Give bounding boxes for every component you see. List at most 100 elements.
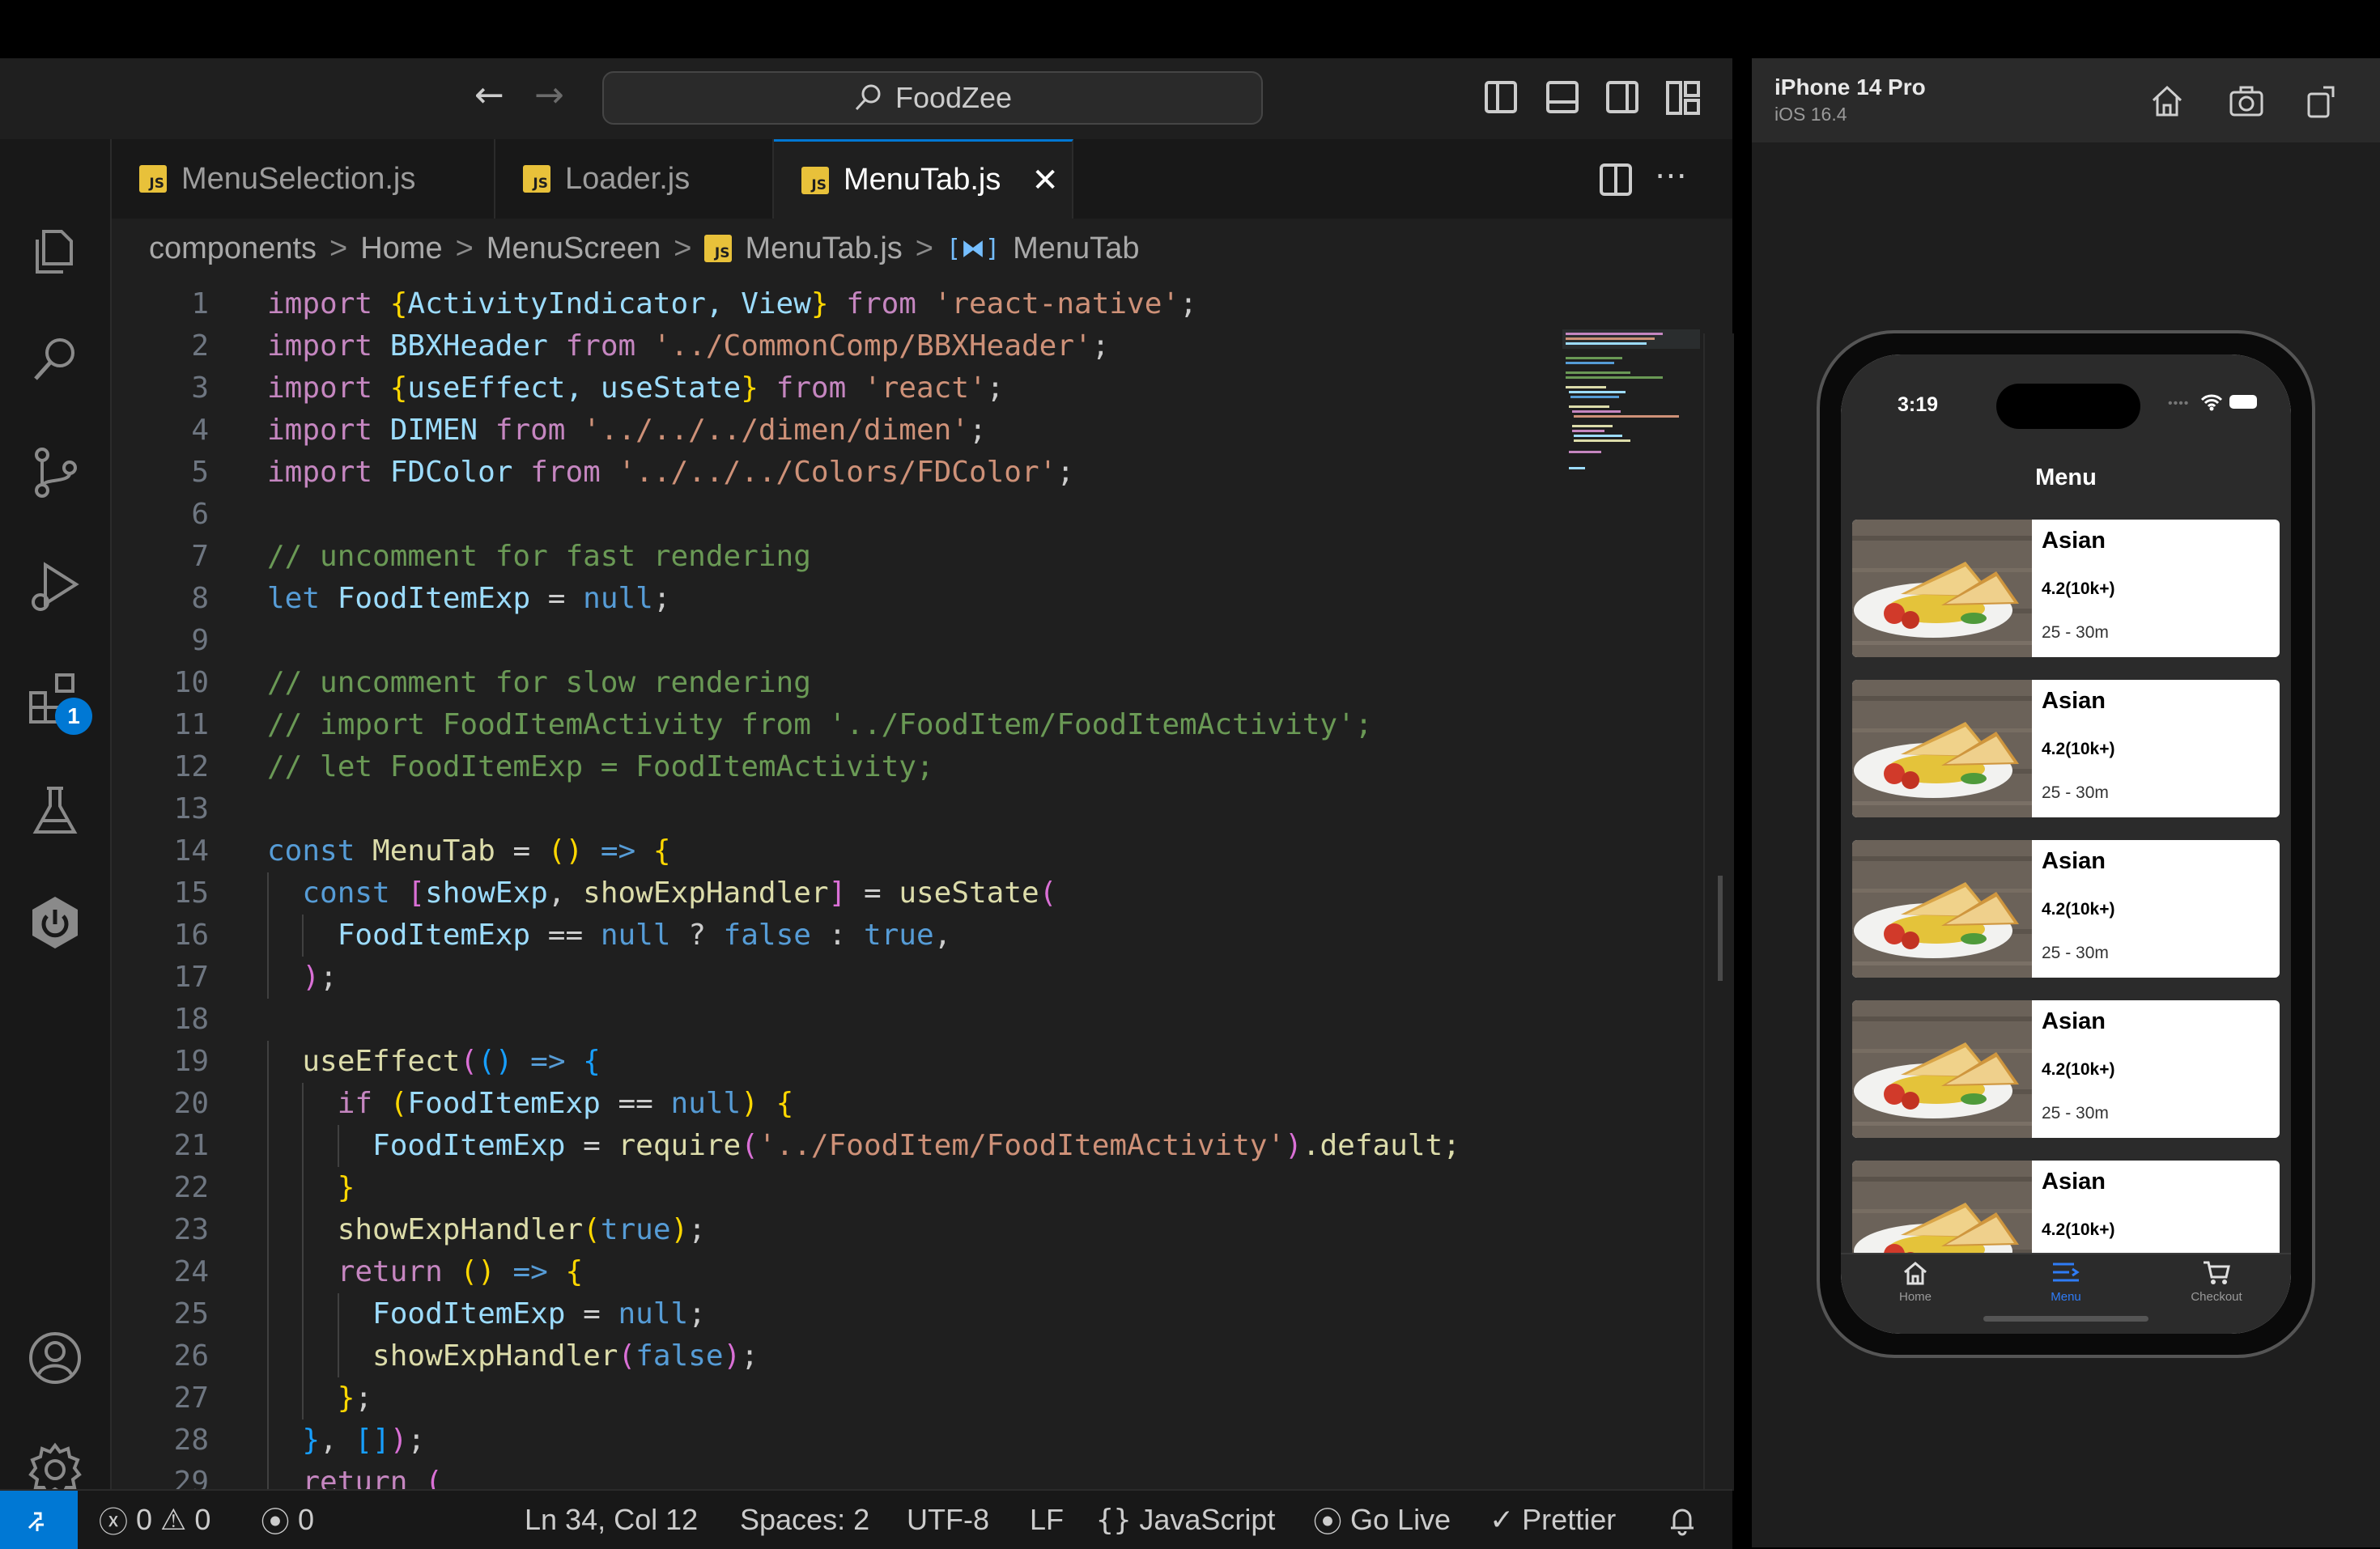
menu-item-card[interactable]: Asian 4.2(10k+) 25 - 30m — [1852, 1000, 2280, 1138]
indent-guide — [267, 1209, 269, 1251]
code-token: ; — [407, 1424, 426, 1457]
js-file-icon: JS — [523, 165, 550, 193]
activity-bar: 1 — [0, 139, 112, 1496]
tab-menutab[interactable]: JS MenuTab.js ✕ — [774, 139, 1073, 219]
symbol-icon: [⧓] — [946, 234, 1001, 263]
command-center-search[interactable]: FoodZee — [602, 71, 1263, 125]
code-line: } — [267, 1167, 355, 1209]
code-line: const [showExp, showExpHandler] = useSta… — [267, 872, 1056, 915]
code-token: import — [267, 456, 390, 489]
forward-arrow-icon[interactable]: → — [534, 74, 564, 116]
minimap[interactable] — [1562, 329, 1700, 475]
scrollbar-thumb[interactable] — [1718, 876, 1723, 981]
code-line: import {useEffect, useState} from 'react… — [267, 367, 1004, 410]
code-token: } — [267, 1171, 355, 1204]
notifications-bell-icon[interactable] — [1666, 1504, 1698, 1536]
tab-checkout[interactable]: Checkout — [2160, 1259, 2273, 1304]
phone-status-bar: 3:19 •••• — [1841, 354, 2291, 445]
accounts-icon[interactable] — [26, 1329, 84, 1387]
toggle-primary-sidebar-icon[interactable] — [1485, 81, 1517, 113]
toggle-panel-icon[interactable] — [1546, 81, 1579, 113]
cursor-position[interactable]: Ln 34, Col 12 — [525, 1491, 698, 1549]
code-token: let — [267, 582, 338, 615]
ports-indicator[interactable]: ⦿ 0 — [261, 1491, 314, 1549]
back-arrow-icon[interactable]: ← — [474, 74, 504, 116]
code-token: { — [565, 1255, 584, 1288]
code-token: [ — [407, 876, 426, 910]
prettier-button[interactable]: ✓ Prettier — [1490, 1491, 1616, 1549]
code-token: { — [583, 1045, 601, 1078]
code-line: import {ActivityIndicator, View} from 'r… — [267, 283, 1197, 325]
code-token: = — [530, 582, 584, 615]
power-extension-icon[interactable] — [26, 893, 84, 952]
indent-guide — [302, 915, 304, 957]
rotate-device-icon[interactable] — [2302, 83, 2340, 120]
customize-layout-icon[interactable] — [1666, 81, 1700, 115]
tab-menuselection[interactable]: JS MenuSelection.js — [112, 139, 495, 219]
code-token: ( — [618, 1339, 636, 1373]
language-mode[interactable]: {} JavaScript — [1096, 1491, 1275, 1549]
code-token: FoodItemExp — [267, 1129, 566, 1162]
code-editor[interactable]: 1 2 3 4 5 6 7 8 9 10 11 12 13 14 15 16 17 18 19 20 21 22 23 24 2… — [112, 275, 1658, 1504]
editor-tab-bar: JS MenuSelection.js JS Loader.js JS Menu… — [112, 139, 1732, 219]
code-token: , — [933, 919, 952, 952]
tab-menu[interactable]: Menu — [2009, 1259, 2123, 1304]
code-token: } — [810, 287, 829, 320]
broadcast-icon: ⦿ — [1313, 1506, 1343, 1539]
device-name: iPhone 14 Pro — [1774, 74, 1926, 100]
go-live-button[interactable]: ⦿ Go Live — [1313, 1491, 1451, 1549]
dynamic-island — [1996, 384, 2140, 429]
menu-list[interactable]: Asian 4.2(10k+) 25 - 30m Asian 4.2(10k+) 25 -… — [1841, 510, 2291, 1298]
error-count: 0 — [136, 1503, 153, 1536]
code-token: // uncomment for slow rendering — [267, 666, 811, 699]
breadcrumb-item[interactable]: MenuTab.js — [745, 231, 902, 266]
remote-indicator[interactable] — [0, 1491, 78, 1549]
explorer-icon[interactable] — [26, 220, 84, 278]
code-token: ) — [389, 1424, 408, 1457]
split-editor-icon[interactable] — [1600, 163, 1632, 196]
screenshot-camera-icon[interactable] — [2228, 83, 2265, 120]
code-token: showExpHandler — [267, 1213, 584, 1246]
more-actions-icon[interactable]: ⋯ — [1655, 157, 1687, 194]
line-ending[interactable]: LF — [1030, 1491, 1064, 1549]
code-area[interactable]: import {ActivityIndicator, View} from 'r… — [112, 275, 1569, 1504]
search-icon[interactable] — [26, 330, 84, 388]
menu-item-card[interactable]: Asian 4.2(10k+) 25 - 30m — [1852, 680, 2280, 817]
breadcrumb-item[interactable]: components — [149, 231, 317, 266]
item-rating: 4.2(10k+) — [2042, 1060, 2115, 1079]
tab-home[interactable]: Home — [1859, 1259, 1972, 1304]
code-token: , — [547, 876, 584, 910]
toggle-secondary-sidebar-icon[interactable] — [1606, 81, 1638, 113]
menu-item-card[interactable]: Asian 4.2(10k+) 25 - 30m — [1852, 520, 2280, 657]
tab-label: Home — [1898, 1290, 1932, 1304]
editor-scrollbar[interactable] — [1703, 333, 1734, 1491]
home-button-icon[interactable] — [2148, 83, 2186, 120]
menu-item-card[interactable]: Asian 4.2(10k+) 25 - 30m — [1852, 840, 2280, 978]
code-line: if (FoodItemExp == null) { — [267, 1083, 794, 1125]
code-line: FoodItemExp = require('../FoodItem/FoodI… — [267, 1125, 1460, 1167]
breadcrumb-item[interactable]: MenuTab — [1013, 231, 1139, 266]
indent-guide — [267, 1251, 269, 1293]
warning-count: 0 — [194, 1503, 211, 1536]
item-title: Asian — [2042, 528, 2106, 554]
indentation[interactable]: Spaces: 2 — [740, 1491, 869, 1549]
code-token: // uncomment for fast rendering — [267, 540, 811, 573]
code-token: FDColor — [389, 456, 513, 489]
encoding[interactable]: UTF-8 — [907, 1491, 989, 1549]
source-control-icon[interactable] — [26, 443, 84, 502]
indent-guide — [302, 1167, 304, 1209]
code-token: => — [512, 1045, 584, 1078]
run-debug-icon[interactable] — [26, 557, 84, 615]
code-token: ; — [355, 1381, 373, 1415]
code-token: import — [267, 329, 390, 363]
breadcrumb-item[interactable]: Home — [360, 231, 442, 266]
tab-loader[interactable]: JS Loader.js — [495, 139, 774, 219]
status-bar: ⓧ 0 ⚠ 0 ⦿ 0 Ln 34, Col 12 Spaces: 2 UTF-… — [0, 1489, 1732, 1549]
close-icon[interactable]: ✕ — [1031, 162, 1059, 199]
breadcrumb-item[interactable]: MenuScreen — [487, 231, 661, 266]
problems-indicator[interactable]: ⓧ 0 ⚠ 0 — [99, 1491, 210, 1549]
code-token: () — [547, 834, 584, 868]
language-label: JavaScript — [1139, 1503, 1276, 1536]
title-bar: ← → FoodZee — [0, 58, 1732, 141]
testing-flask-icon[interactable] — [26, 782, 84, 840]
